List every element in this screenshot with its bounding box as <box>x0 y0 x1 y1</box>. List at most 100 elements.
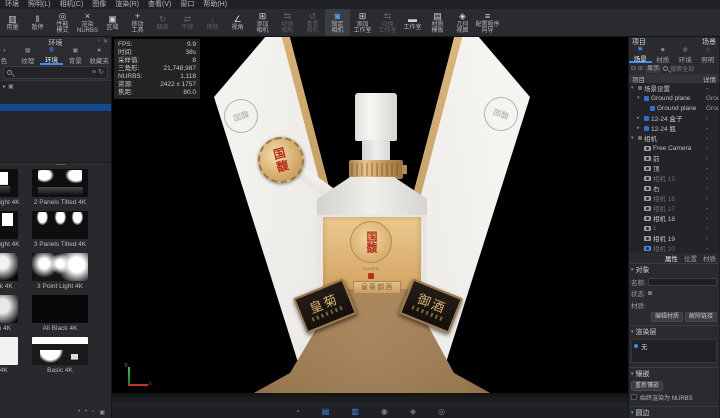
scene-tree-row[interactable]: 相机 16 - <box>629 193 719 203</box>
tree-item-icon[interactable] <box>644 146 651 151</box>
scene-tree-row[interactable]: ▾ 场景设置 - <box>629 83 719 93</box>
close-panel-icon[interactable]: ✕ <box>103 38 108 45</box>
toolbar-button[interactable]: ⇆ 切换 工作室 <box>375 9 400 36</box>
library-tab[interactable]: ▦ 纹理 <box>16 48 40 65</box>
environment-preset-item[interactable]: 3 Point Dark 4K <box>0 253 18 290</box>
toolbar-button[interactable]: ▣ 区域 <box>100 9 125 36</box>
tree-item-icon[interactable] <box>638 86 642 90</box>
toolbar-button[interactable]: ‖ 暂停 <box>25 9 50 36</box>
tree-item-icon[interactable] <box>644 246 651 251</box>
toolbar-button[interactable]: ⊞ 添加 工作室 <box>350 9 375 36</box>
menu-item[interactable]: 照明(L) <box>28 1 51 9</box>
toolbar-button[interactable]: ↻ 翻滚 <box>150 9 175 36</box>
property-tab[interactable]: 位置 <box>684 253 697 263</box>
scene-tree-row[interactable]: ▾ 相机 - <box>629 133 719 143</box>
environment-preset-item[interactable]: 2 Panels Straight 4K <box>0 169 18 206</box>
tree-toggle-icon[interactable]: ▾ <box>631 135 636 141</box>
environment-preset-item[interactable]: 3 Panels Tilted 4K <box>32 211 88 248</box>
scene-tree-row[interactable]: 相机 19 - <box>629 233 719 243</box>
toolbar-button[interactable]: × 渲染 NURBS <box>75 9 100 36</box>
toolbar-button[interactable]: ↺ 重置 相机 <box>300 9 325 36</box>
show-filter-button[interactable]: 显示 <box>645 65 661 73</box>
toolbar-button[interactable]: ≡ 配置程序 向导 <box>475 9 500 36</box>
tree-item-icon[interactable] <box>644 156 651 161</box>
environment-preset-item[interactable]: All Medium 4K <box>0 295 18 332</box>
tree-item-icon[interactable] <box>644 126 649 131</box>
float-panel-icon[interactable]: ▫ <box>98 38 100 45</box>
environment-preset-thumbnail[interactable] <box>32 211 88 239</box>
menu-item[interactable]: 帮助(H) <box>203 1 227 9</box>
expand-icon[interactable]: ▸ <box>3 83 6 90</box>
property-tab[interactable]: 材质 <box>703 253 716 263</box>
menu-item[interactable]: 图像 <box>92 1 106 9</box>
library-folder-tree[interactable]: ▸ ▣ <box>0 80 111 162</box>
nurbs-checkbox[interactable] <box>631 394 637 400</box>
environment-preset-thumbnail[interactable] <box>0 337 18 365</box>
scene-tree-row[interactable]: ▸ 12-24 瓶 - <box>629 123 719 133</box>
toolbar-button[interactable]: ∠ 视角 <box>225 9 250 36</box>
toolbar-button[interactable]: ▥ 用量 <box>0 9 25 36</box>
tree-item-icon[interactable] <box>644 226 651 231</box>
menu-item[interactable]: 查看(V) <box>148 1 171 9</box>
library-folder-selected[interactable] <box>0 104 111 111</box>
render-layer-item[interactable]: 无 <box>634 341 714 351</box>
environment-preset-item[interactable]: All Black 4K <box>32 295 88 332</box>
bottom-bar-icon[interactable]: ◎ <box>438 408 445 416</box>
scene-tree-row[interactable]: 右 - <box>629 183 719 193</box>
environment-preset-thumbnail[interactable] <box>32 295 88 323</box>
scene-tree-row[interactable]: 相机 18 - <box>629 213 719 223</box>
tree-item-icon[interactable] <box>644 166 651 171</box>
bottom-bar-icon[interactable]: ▤ <box>322 408 330 416</box>
toolbar-button[interactable]: ↓ 推移 <box>200 9 225 36</box>
tree-item-icon[interactable] <box>644 186 651 191</box>
tessellation-header[interactable]: ▾镶嵌 <box>631 369 717 379</box>
environment-preset-item[interactable]: Basic 4K <box>32 337 88 374</box>
tree-toggle-icon[interactable]: ▸ <box>637 125 642 131</box>
round-edges-header[interactable]: ▾圆边 <box>631 408 717 418</box>
toolbar-button[interactable]: ◈ 几何 视图 <box>450 9 475 36</box>
realtime-view[interactable]: 国馥 国馥 国馥 GUOFU 国馥 皇菊御酒 皇菊 御酒 <box>112 37 628 406</box>
environment-preset-item[interactable]: All White 4K <box>0 337 18 374</box>
environment-preset-thumbnail[interactable] <box>0 211 18 239</box>
toolbar-button[interactable]: ◎ 性能 模式 <box>50 9 75 36</box>
environment-preset-item[interactable]: 3 Panels Straight 4K <box>0 211 18 248</box>
environment-preset-thumbnail[interactable] <box>0 169 18 197</box>
toolbar-button[interactable]: ⇆ 切换 相机 <box>275 9 300 36</box>
tree-toggle-icon[interactable]: ▸ <box>637 115 642 121</box>
scene-search-input[interactable]: 搜索全部 <box>670 64 694 73</box>
scene-tree-row[interactable]: 相机 20 - <box>629 243 719 253</box>
bottom-bar-icon[interactable]: ◔ <box>295 408 300 416</box>
scene-tree-row[interactable]: Ground plane Ground <box>629 103 719 113</box>
scene-tree-row[interactable]: 相机 15 - <box>629 173 719 183</box>
environment-preset-thumbnail[interactable] <box>32 169 88 197</box>
thumbnail-size-icon[interactable]: • <box>85 409 87 415</box>
toolbar-button[interactable]: ◙ 锁定 相机 <box>325 9 350 36</box>
thumbnail-size-icon[interactable]: ▣ <box>99 409 105 416</box>
menu-item[interactable]: 窗口 <box>180 1 194 9</box>
menu-item[interactable]: 相机(C) <box>60 1 84 9</box>
toolbar-button[interactable]: + 移动 工具 <box>125 9 150 36</box>
property-tab[interactable]: 属性 <box>665 253 678 264</box>
collapse-all-icon[interactable]: ⊟ <box>631 65 636 72</box>
unlink-material-button[interactable]: 解除链接 <box>685 312 717 322</box>
environment-preset-item[interactable]: 2 Panels Tilted 4K <box>32 169 88 206</box>
bottom-bar-icon[interactable]: ▥ <box>351 408 359 416</box>
thumbnail-size-icon[interactable]: • <box>78 409 80 415</box>
bottom-bar-icon[interactable]: ◈ <box>410 408 416 416</box>
tree-toggle-icon[interactable]: ▾ <box>631 85 636 91</box>
toolbar-button[interactable]: ▬ 工作室 <box>400 9 425 36</box>
project-tab[interactable]: ◆ 材质 <box>652 47 675 63</box>
scene-tree-row[interactable]: 相机 17 - <box>629 203 719 213</box>
library-tab[interactable]: ◍ 环境 <box>40 48 64 65</box>
bottom-bar-icon[interactable]: ◉ <box>381 408 388 416</box>
library-folder-root[interactable]: ▸ ▣ <box>0 81 111 92</box>
tree-item-icon[interactable] <box>650 106 655 111</box>
scene-tree-row[interactable]: 前 - <box>629 153 719 163</box>
library-tab[interactable]: ★ 收藏夹 <box>87 48 111 65</box>
menu-item[interactable]: 渲染(R) <box>115 1 139 9</box>
tree-item-icon[interactable] <box>644 236 651 241</box>
menu-item[interactable]: 环境 <box>5 1 19 9</box>
refresh-icon[interactable]: ↻ <box>98 69 104 76</box>
panel-splitter[interactable] <box>0 162 111 165</box>
toolbar-button[interactable]: ▤ 材质 模板 <box>425 9 450 36</box>
